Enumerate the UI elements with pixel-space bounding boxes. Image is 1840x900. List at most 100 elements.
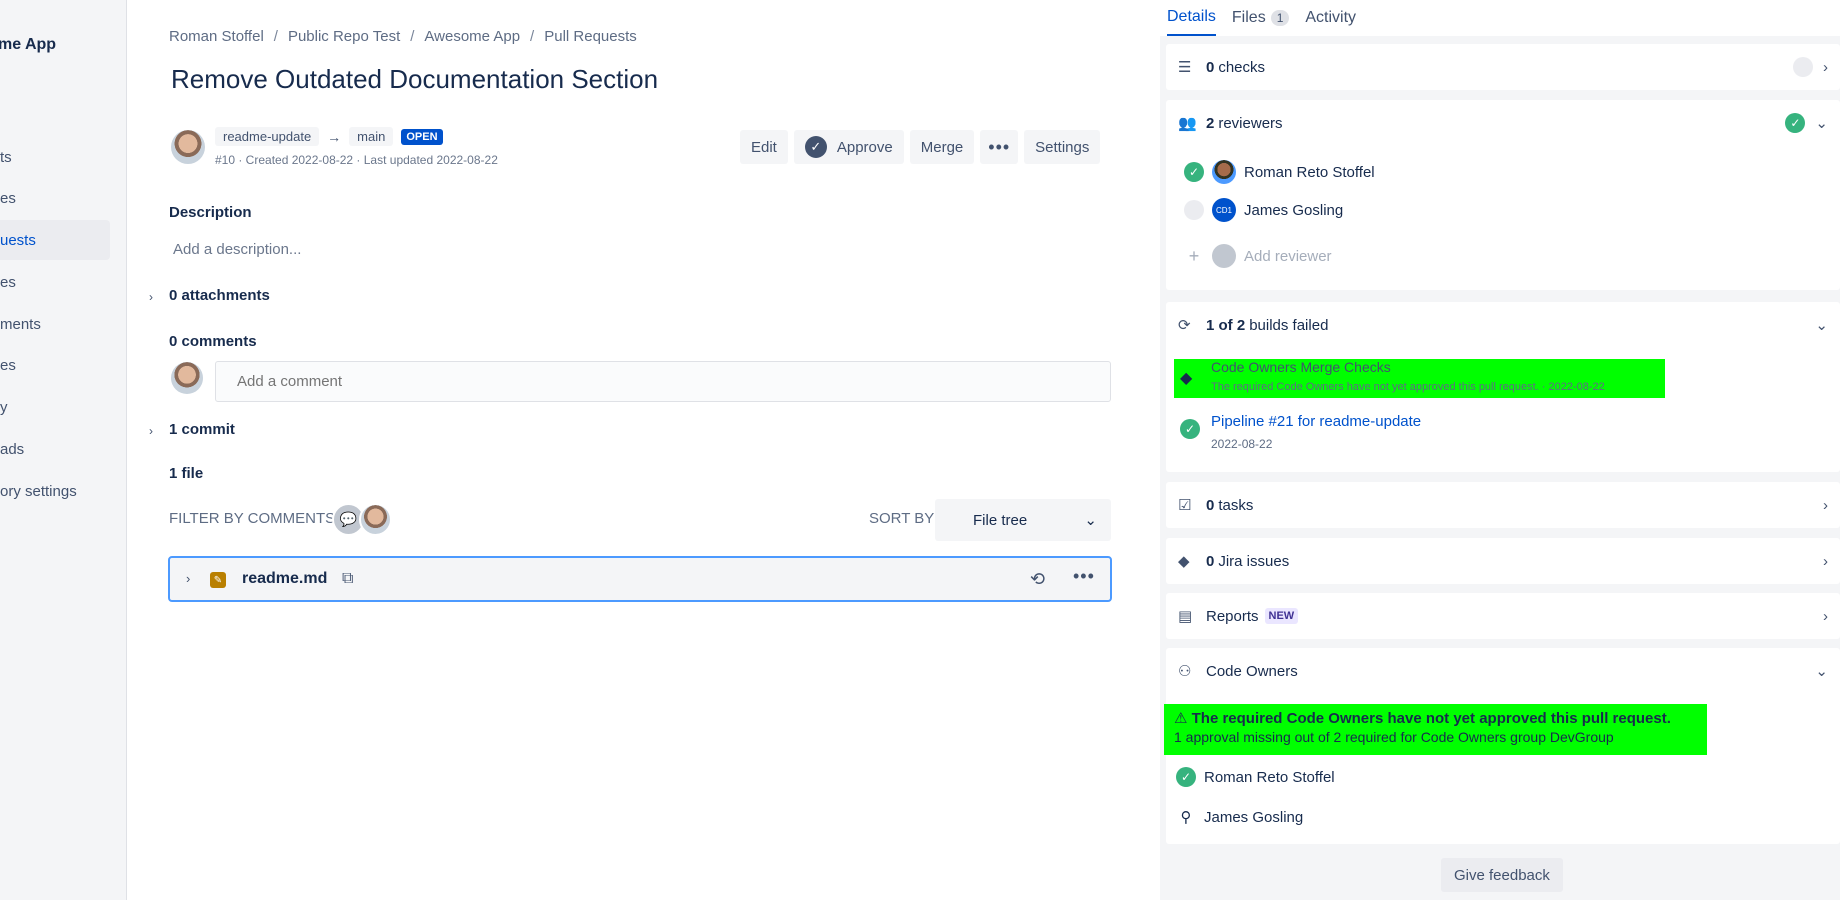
- breadcrumb-separator: /: [530, 28, 535, 45]
- more-actions-button[interactable]: •••: [980, 130, 1019, 164]
- breadcrumb: Roman Stoffel / Public Repo Test / Awesome…: [169, 28, 637, 45]
- more-icon[interactable]: •••: [1073, 566, 1095, 587]
- code-owner-row: ⚲ James Gosling: [1176, 808, 1304, 827]
- panel-tabs: Details Files 1 Activity: [1160, 0, 1840, 36]
- give-feedback-button[interactable]: Give feedback: [1441, 858, 1563, 892]
- pr-meta: #10 · Created 2022-08-22 · Last updated …: [215, 153, 498, 167]
- author-avatar[interactable]: [171, 130, 205, 164]
- comment-add-icon[interactable]: ⟲: [1030, 569, 1045, 590]
- chevron-right-icon: ›: [1823, 607, 1828, 625]
- settings-button[interactable]: Settings: [1024, 130, 1101, 164]
- sidebar-item-label: es: [0, 273, 16, 291]
- breadcrumb-project[interactable]: Public Repo Test: [288, 28, 400, 45]
- copy-icon[interactable]: ⧉: [342, 570, 353, 588]
- chevron-right-icon[interactable]: ›: [186, 571, 190, 586]
- target-branch[interactable]: main: [349, 127, 394, 146]
- attachments-toggle[interactable]: 0 attachments: [169, 287, 270, 304]
- people-icon: 👥: [1178, 115, 1197, 132]
- check-circle-icon: ✓: [804, 136, 827, 158]
- sidebar-item-commits[interactable]: ts: [0, 137, 110, 177]
- file-name[interactable]: readme.md: [242, 570, 327, 588]
- check-circle-icon: ✓: [1176, 767, 1196, 787]
- sort-by-label: SORT BY: [869, 510, 935, 527]
- tab-activity[interactable]: Activity: [1305, 0, 1356, 36]
- sidebar-item-label: es: [0, 189, 16, 207]
- sidebar-item-downloads[interactable]: ads: [0, 429, 110, 469]
- branch-info: readme-update → main OPEN: [215, 127, 443, 146]
- comment-author-avatar[interactable]: [359, 503, 392, 536]
- approve-button[interactable]: ✓ Approve: [793, 130, 904, 164]
- reviewer-name[interactable]: Roman Reto Stoffel: [1244, 164, 1375, 181]
- add-reviewer-button[interactable]: + Add reviewer: [1184, 244, 1332, 268]
- commits-toggle[interactable]: 1 commit: [169, 421, 235, 438]
- checkbox-icon: ☑: [1178, 497, 1192, 514]
- file-row[interactable]: › ✎ readme.md ⧉ ⟲ •••: [168, 556, 1112, 602]
- chevron-right-icon[interactable]: ›: [149, 290, 153, 304]
- reviewer-name[interactable]: James Gosling: [1244, 202, 1343, 219]
- jira-count: 0: [1206, 552, 1215, 570]
- add-reviewer-label: Add reviewer: [1244, 247, 1332, 265]
- jira-card[interactable]: ◆ 0 Jira issues ›: [1166, 538, 1840, 584]
- pr-actions: Edit ✓ Approve Merge ••• Settings: [740, 130, 1101, 164]
- new-badge: NEW: [1264, 608, 1299, 624]
- chevron-down-icon: ⌄: [1084, 512, 1097, 529]
- sidebar-item-security[interactable]: y: [0, 387, 110, 427]
- chevron-right-icon[interactable]: ›: [149, 424, 153, 438]
- description-placeholder[interactable]: Add a description...: [173, 241, 301, 258]
- sidebar-item-label: ts: [0, 148, 12, 166]
- sidebar-item-label: ments: [0, 315, 41, 333]
- tab-files[interactable]: Files 1: [1231, 0, 1290, 36]
- sidebar-item-pipelines[interactable]: es: [0, 262, 110, 302]
- reviewers-count: 2: [1206, 114, 1215, 132]
- approved-icon: ✓: [1184, 162, 1204, 182]
- builds-summary-count: 1 of 2: [1206, 316, 1246, 334]
- sort-select[interactable]: File tree ⌄: [935, 499, 1111, 541]
- sync-icon: ⟳: [1178, 317, 1191, 334]
- sidebar-item-deployments[interactable]: ments: [0, 304, 110, 344]
- filter-by-comments-label: FILTER BY COMMENTS: [169, 510, 336, 527]
- reports-card[interactable]: ▤ Reports NEW ›: [1166, 593, 1840, 639]
- person-placeholder-icon: [1212, 244, 1236, 268]
- builds-header[interactable]: ⟳ 1 of 2 builds failed ⌄: [1166, 302, 1840, 348]
- plus-icon: +: [1188, 245, 1200, 266]
- warning-title: The required Code Owners have not yet ap…: [1191, 710, 1671, 727]
- builds-summary-label: builds failed: [1249, 316, 1329, 334]
- sidebar-item-branches[interactable]: es: [0, 178, 110, 218]
- breadcrumb-repository[interactable]: Awesome App: [424, 28, 520, 45]
- status-pending-icon: [1793, 57, 1813, 77]
- build-item-failed[interactable]: ◆ Code Owners Merge Checks The required …: [1174, 359, 1665, 398]
- status-badge: OPEN: [401, 128, 443, 145]
- merge-button[interactable]: Merge: [909, 130, 975, 164]
- comment-input[interactable]: [215, 361, 1111, 402]
- sidebar-item-pull-requests[interactable]: uests: [0, 220, 110, 260]
- code-owner-row: ✓ Roman Reto Stoffel: [1176, 767, 1335, 787]
- pull-request-main: Roman Stoffel / Public Repo Test / Awesome…: [127, 0, 1160, 900]
- source-branch[interactable]: readme-update: [215, 127, 320, 146]
- code-owners-icon: ⚇: [1178, 663, 1192, 680]
- reviewers-header[interactable]: 👥 2 reviewers ✓ ⌄: [1166, 100, 1840, 146]
- details-panel: Details Files 1 Activity ☰ 0 checks › 👥 2…: [1160, 0, 1840, 900]
- project-sidebar: me App ts es uests es ments es y ads ory…: [0, 0, 127, 900]
- reviewers-label: reviewers: [1218, 114, 1283, 132]
- checks-card[interactable]: ☰ 0 checks ›: [1166, 44, 1840, 90]
- tab-label: Files: [1231, 9, 1266, 26]
- tab-details[interactable]: Details: [1167, 0, 1216, 36]
- check-circle-icon: ✓: [1180, 419, 1200, 439]
- avatar: CD1: [1212, 198, 1236, 222]
- jira-icon: ◆: [1178, 553, 1190, 570]
- tasks-count: 0: [1206, 496, 1215, 514]
- check-circle-icon: ✓: [1785, 113, 1806, 133]
- code-owner-name[interactable]: James Gosling: [1204, 809, 1303, 826]
- sidebar-item-repository-settings[interactable]: ory settings: [0, 471, 110, 511]
- breadcrumb-pull-requests[interactable]: Pull Requests: [544, 28, 637, 45]
- build-title[interactable]: Pipeline #21 for readme-update: [1211, 413, 1421, 430]
- edit-button[interactable]: Edit: [740, 130, 788, 164]
- tasks-card[interactable]: ☑ 0 tasks ›: [1166, 482, 1840, 528]
- code-owners-header[interactable]: ⚇ Code Owners ⌄: [1166, 648, 1840, 694]
- current-user-avatar: [171, 362, 203, 394]
- breadcrumb-workspace[interactable]: Roman Stoffel: [169, 28, 264, 45]
- build-title: Code Owners Merge Checks: [1211, 359, 1391, 375]
- sidebar-repo-title[interactable]: me App: [0, 36, 56, 54]
- sidebar-item-jira-issues[interactable]: es: [0, 345, 110, 385]
- code-owner-name[interactable]: Roman Reto Stoffel: [1204, 769, 1335, 786]
